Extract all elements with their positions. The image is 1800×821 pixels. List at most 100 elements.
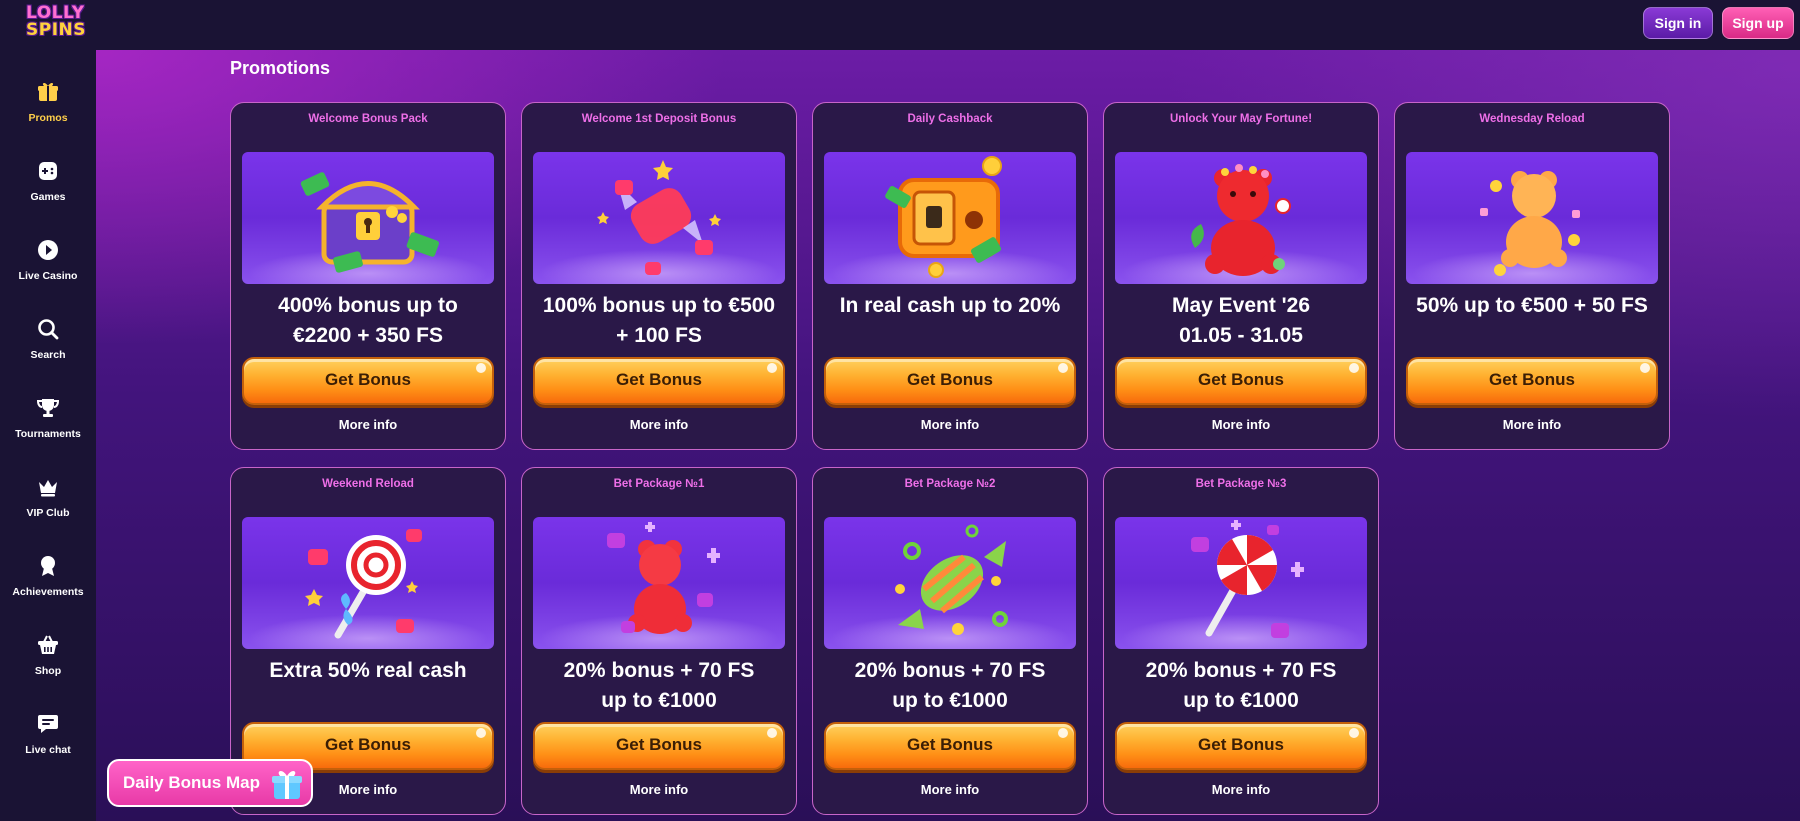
gamepad-icon (0, 159, 96, 187)
safe-image (824, 152, 1076, 284)
get-bonus-button[interactable]: Get Bonus (242, 357, 494, 405)
headline-line-1: Extra 50% real cash (269, 659, 467, 682)
sidebar-label: Games (30, 191, 66, 203)
sign-in-button[interactable]: Sign in (1643, 7, 1713, 39)
promo-card-bet-package-1: Bet Package №1 20% bonus + 70 FS up to €… (521, 467, 797, 815)
promo-card-bet-package-2: Bet Package №2 20% bonus + 70 FS up to €… (812, 467, 1088, 815)
crown-icon (0, 475, 96, 503)
sidebar-item-games[interactable]: Games (0, 151, 96, 217)
headline-line-1: 100% bonus up to €500 (542, 294, 776, 317)
promo-card-headline: Extra 50% real cash (231, 656, 505, 686)
sidebar-label: VIP Club (26, 507, 70, 519)
get-bonus-button[interactable]: Get Bonus (824, 357, 1076, 405)
candy-image (533, 152, 785, 284)
get-bonus-button[interactable]: Get Bonus (1406, 357, 1658, 405)
headline-line-2: €2200 + 350 FS (292, 324, 444, 347)
lolly-spins-logo[interactable]: LOLLY SPINS (26, 5, 86, 43)
sidebar-item-search[interactable]: Search (0, 309, 96, 375)
sidebar-label: Shop (34, 665, 62, 677)
daily-bonus-map-button[interactable]: Daily Bonus Map (107, 759, 313, 807)
more-info-link[interactable]: More info (813, 417, 1087, 432)
button-label: Get Bonus (907, 735, 993, 754)
top-bar: LOLLY SPINS Sign in Sign up (0, 0, 1800, 50)
get-bonus-button[interactable]: Get Bonus (824, 722, 1076, 770)
daily-bonus-map-label: Daily Bonus Map (123, 773, 260, 792)
orange-gummy-bear-image (1406, 152, 1658, 284)
gift-box-icon (271, 767, 303, 801)
basket-icon (0, 633, 96, 661)
headline-line-1: 50% up to €500 + 50 FS (1416, 294, 1648, 317)
main-content: Promotions Welcome Bonus Pack 400% bonus… (96, 50, 1800, 821)
headline-line-1: 20% bonus + 70 FS (1145, 659, 1337, 682)
headline-line-2: 01.05 - 31.05 (1179, 324, 1303, 347)
sidebar: Promos Games Live Casino Search Tourname… (0, 50, 96, 821)
headline-line-1: In real cash up to 20% (839, 294, 1061, 317)
sidebar-item-live-chat[interactable]: Live chat (0, 704, 96, 770)
search-icon (0, 317, 96, 345)
headline-line-1: 20% bonus + 70 FS (563, 659, 755, 682)
more-info-link[interactable]: More info (522, 417, 796, 432)
medal-icon (0, 554, 96, 582)
promo-card-headline: May Event '26 01.05 - 31.05 (1104, 291, 1378, 351)
promo-card-title: Wednesday Reload (1479, 113, 1585, 125)
get-bonus-button[interactable]: Get Bonus (533, 722, 785, 770)
promo-card-headline: 100% bonus up to €500 + 100 FS (522, 291, 796, 351)
sidebar-item-live-casino[interactable]: Live Casino (0, 230, 96, 296)
button-label: Get Bonus (325, 370, 411, 389)
shine-decoration (476, 728, 486, 738)
promo-card-title: Welcome Bonus Pack (308, 113, 428, 125)
promo-card-daily-cashback: Daily Cashback In real cash up to 20% Ge… (812, 102, 1088, 450)
shine-decoration (767, 728, 777, 738)
sidebar-item-vip-club[interactable]: VIP Club (0, 467, 96, 533)
shine-decoration (1058, 363, 1068, 373)
chat-icon (0, 712, 96, 740)
promo-card-headline: In real cash up to 20% (813, 291, 1087, 321)
red-gummy-bear-image (1115, 152, 1367, 284)
lollipop-2-image (1115, 517, 1367, 649)
sidebar-item-tournaments[interactable]: Tournaments (0, 388, 96, 454)
button-label: Get Bonus (325, 735, 411, 754)
sign-up-button[interactable]: Sign up (1722, 7, 1794, 39)
promo-card-welcome-1st-deposit: Welcome 1st Deposit Bonus 100% bonus up … (521, 102, 797, 450)
more-info-link[interactable]: More info (813, 782, 1087, 797)
more-info-link[interactable]: More info (522, 782, 796, 797)
headline-line-2: + 100 FS (616, 324, 702, 347)
button-label: Get Bonus (907, 370, 993, 389)
sidebar-item-promos[interactable]: Promos (0, 72, 96, 138)
promo-card-title: Unlock Your May Fortune! (1169, 113, 1313, 125)
sidebar-label: Search (30, 349, 66, 361)
promo-card-headline: 20% bonus + 70 FS up to €1000 (522, 656, 796, 716)
headline-line-1: 400% bonus up to (278, 294, 458, 317)
more-info-link[interactable]: More info (1104, 782, 1378, 797)
sidebar-label: Promos (28, 112, 68, 124)
promo-card-title: Bet Package №2 (904, 478, 996, 490)
more-info-link[interactable]: More info (1104, 417, 1378, 432)
get-bonus-button[interactable]: Get Bonus (1115, 722, 1367, 770)
sidebar-label: Tournaments (15, 428, 81, 440)
sidebar-label: Live chat (25, 744, 71, 756)
get-bonus-button[interactable]: Get Bonus (533, 357, 785, 405)
promo-card-bet-package-3: Bet Package №3 20% bonus + 70 FS up to €… (1103, 467, 1379, 815)
shine-decoration (1058, 728, 1068, 738)
play-icon (0, 238, 96, 266)
promo-card-headline: 20% bonus + 70 FS up to €1000 (1104, 656, 1378, 716)
promo-card-title: Bet Package №1 (613, 478, 705, 490)
page-title: Promotions (230, 58, 331, 78)
sidebar-item-shop[interactable]: Shop (0, 625, 96, 691)
shine-decoration (1640, 363, 1650, 373)
headline-line-1: 20% bonus + 70 FS (854, 659, 1046, 682)
promo-card-title: Bet Package №3 (1195, 478, 1287, 490)
shine-decoration (476, 363, 486, 373)
get-bonus-button[interactable]: Get Bonus (1115, 357, 1367, 405)
sidebar-item-achievements[interactable]: Achievements (0, 546, 96, 612)
more-info-link[interactable]: More info (231, 417, 505, 432)
more-info-link[interactable]: More info (1395, 417, 1669, 432)
promo-card-welcome-bonus-pack: Welcome Bonus Pack 400% bonus up to €220… (230, 102, 506, 450)
promo-card-title: Welcome 1st Deposit Bonus (581, 113, 737, 125)
lollipop-image (242, 517, 494, 649)
headline-line-1: May Event '26 (1171, 294, 1311, 317)
promo-card-headline: 400% bonus up to €2200 + 350 FS (231, 291, 505, 351)
logo-bottom-text: SPINS (26, 20, 86, 40)
promo-card-may-fortune: Unlock Your May Fortune! May Event '26 0… (1103, 102, 1379, 450)
sidebar-label: Live Casino (18, 270, 78, 282)
